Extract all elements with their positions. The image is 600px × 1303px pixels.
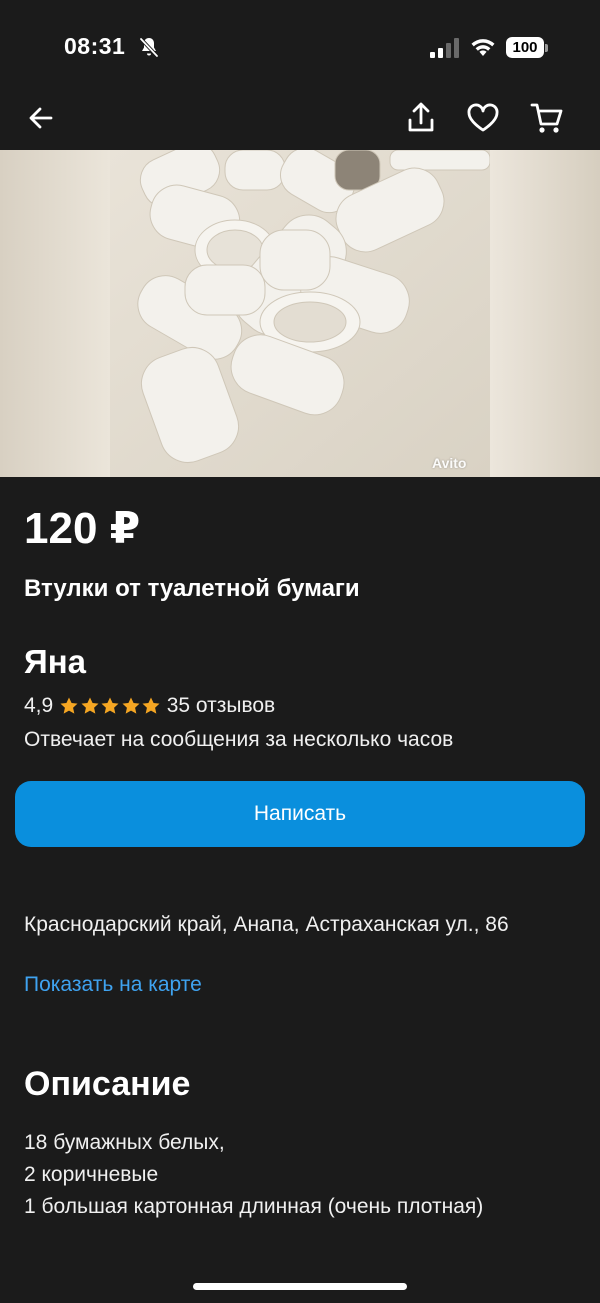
- home-indicator[interactable]: [193, 1283, 407, 1290]
- listing-photo[interactable]: [110, 150, 490, 477]
- share-button[interactable]: [399, 96, 443, 140]
- wifi-icon: [471, 39, 495, 56]
- heart-icon: [467, 103, 499, 132]
- description-line: 2 коричневые: [24, 1163, 159, 1186]
- photo-gallery[interactable]: [0, 150, 600, 477]
- star-icon: [122, 697, 140, 714]
- description-line: 1 большая картонная длинная (очень плотн…: [24, 1195, 484, 1218]
- description-text: 18 бумажных белых, 2 коричневые 1 больша…: [24, 1127, 584, 1223]
- star-icon: [81, 697, 99, 714]
- write-message-button[interactable]: Написать: [15, 781, 585, 847]
- description-line: 18 бумажных белых,: [24, 1131, 225, 1154]
- battery-cap: [545, 44, 548, 52]
- photo-blur-right: [490, 150, 600, 477]
- listing-title: Втулки от туалетной бумаги: [24, 575, 360, 602]
- response-time: Отвечает на сообщения за несколько часов: [24, 728, 454, 751]
- listing-address: Краснодарский край, Анапа, Астраханская …: [24, 913, 509, 936]
- seller-name[interactable]: Яна: [24, 643, 86, 681]
- photo-blur-left: [0, 150, 110, 477]
- star-icon: [60, 697, 78, 714]
- favorite-button[interactable]: [461, 96, 505, 140]
- description-heading: Описание: [24, 1065, 191, 1103]
- back-arrow-icon: [29, 107, 53, 129]
- avito-watermark: Avito: [432, 455, 467, 471]
- signal-icon: [430, 38, 459, 58]
- show-on-map-link[interactable]: Показать на карте: [24, 973, 202, 997]
- cart-button[interactable]: [525, 96, 569, 140]
- listing-price: 120 ₽: [24, 504, 141, 553]
- status-time: 08:31: [64, 33, 126, 59]
- battery-icon: 100: [506, 37, 544, 58]
- rating-stars: [59, 696, 162, 716]
- nav-bar: [0, 96, 600, 150]
- bell-slash-icon: [139, 37, 159, 58]
- rating-value: 4,9: [24, 694, 54, 717]
- cart-icon: [530, 103, 563, 133]
- star-icon: [142, 697, 160, 714]
- reviews-count: 35 отзывов: [166, 694, 276, 717]
- seller-rating[interactable]: 4,9 35 отзывов: [24, 692, 275, 720]
- status-bar: 08:31 100: [0, 0, 600, 96]
- share-icon: [408, 102, 434, 132]
- back-button[interactable]: [19, 96, 63, 140]
- star-icon: [101, 697, 119, 714]
